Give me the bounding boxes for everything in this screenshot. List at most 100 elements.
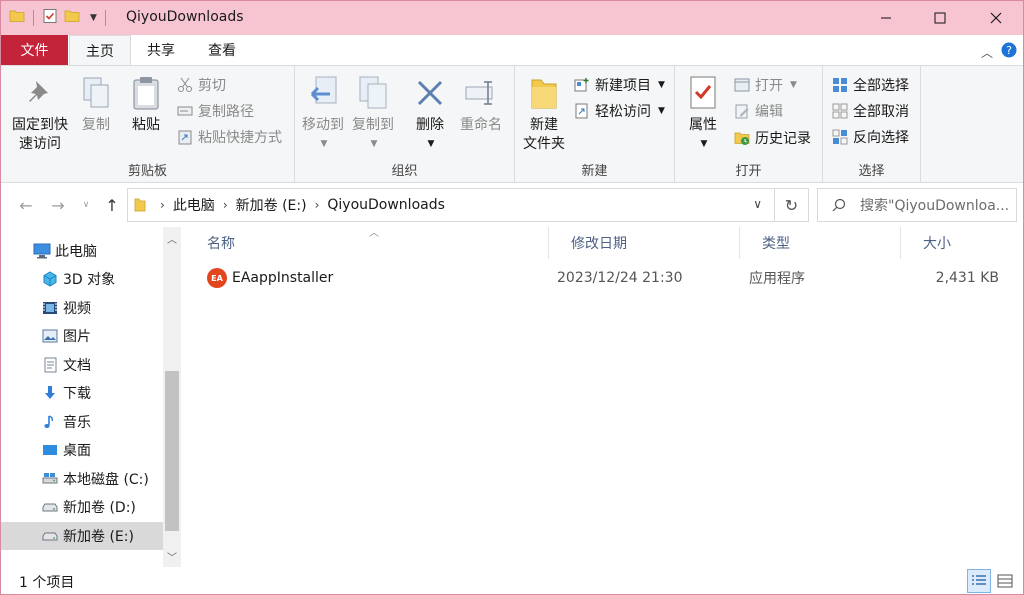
- nav-item-pictures[interactable]: 图片: [1, 322, 163, 350]
- history-icon: [733, 130, 750, 147]
- properties-dropdown-icon: ▼: [700, 139, 708, 149]
- maximize-icon: [934, 12, 946, 24]
- cut-button[interactable]: 剪切: [176, 73, 226, 97]
- history-button[interactable]: 历史记录: [733, 126, 811, 150]
- back-button[interactable]: ←: [15, 195, 37, 215]
- up-button[interactable]: ↑: [101, 195, 123, 215]
- forward-arrow-icon: →: [51, 195, 65, 215]
- tab-view[interactable]: 查看: [193, 35, 251, 65]
- edit-button[interactable]: 编辑: [733, 99, 783, 123]
- address-bar[interactable]: › 此电脑 › 新加卷 (E:) › QiyouDownloads ∨: [127, 188, 775, 222]
- open-icon: [733, 77, 750, 94]
- breadcrumb-current-folder[interactable]: QiyouDownloads: [327, 197, 445, 213]
- paste-button[interactable]: 粘贴: [127, 74, 165, 135]
- new-item-button[interactable]: 新建项目 ▼: [573, 73, 665, 97]
- rename-button[interactable]: 重命名: [457, 74, 505, 135]
- easy-access-icon: [573, 103, 590, 120]
- window-title: QiyouDownloads: [126, 9, 244, 25]
- breadcrumb-drive-e[interactable]: 新加卷 (E:): [236, 195, 307, 215]
- nav-item-desktop[interactable]: 桌面: [1, 436, 163, 464]
- nav-item-downloads[interactable]: 下载: [1, 379, 163, 407]
- invert-selection-icon: [831, 129, 848, 146]
- tab-file[interactable]: 文件: [1, 35, 68, 65]
- large-icons-view-icon: [997, 574, 1013, 588]
- address-history-chevron-icon[interactable]: ∨: [753, 197, 762, 211]
- new-folder-icon: [526, 74, 562, 112]
- delete-button[interactable]: 删除 ▼: [413, 74, 447, 154]
- easy-access-button[interactable]: 轻松访问 ▼: [573, 99, 665, 123]
- nav-item-documents[interactable]: 文档: [1, 351, 163, 379]
- new-folder-button[interactable]: 新建 文件夹: [521, 74, 567, 154]
- select-all-label: 全部选择: [853, 78, 909, 94]
- drive-icon: [41, 470, 59, 488]
- close-button[interactable]: [973, 1, 1019, 35]
- properties-quick-icon[interactable]: [42, 8, 58, 28]
- column-header-modified[interactable]: 修改日期: [549, 227, 740, 259]
- picture-icon: [41, 327, 59, 345]
- copy-to-label: 复制到: [352, 117, 394, 133]
- refresh-icon: ↻: [784, 195, 799, 215]
- nav-item-videos[interactable]: 视频: [1, 294, 163, 322]
- copy-to-dropdown-icon: ▼: [370, 139, 378, 149]
- music-icon: [41, 413, 59, 431]
- scrollbar-thumb[interactable]: [165, 371, 179, 531]
- select-none-button[interactable]: 全部取消: [831, 99, 909, 123]
- clipboard-icon: [128, 74, 164, 112]
- pin-to-quick-access-button[interactable]: 固定到快 速访问: [7, 74, 73, 154]
- copy-to-button[interactable]: 复制到 ▼: [351, 74, 395, 154]
- file-size: 2,431 KB: [935, 270, 999, 286]
- help-icon[interactable]: ?: [1001, 42, 1017, 62]
- forward-button[interactable]: →: [47, 195, 69, 215]
- nav-item-3d-objects[interactable]: 3D 对象: [1, 265, 163, 293]
- paste-shortcut-button[interactable]: 粘贴快捷方式: [176, 125, 282, 149]
- breadcrumb-separator: ›: [222, 198, 228, 212]
- scroll-up-icon[interactable]: ︿: [163, 229, 181, 247]
- ea-app-icon: EA: [207, 268, 227, 288]
- easy-access-dropdown-icon: ▼: [658, 106, 665, 116]
- column-header-type[interactable]: 类型: [740, 227, 901, 259]
- details-view-button[interactable]: [967, 569, 991, 593]
- customize-quick-access-icon[interactable]: ▼: [90, 13, 97, 23]
- table-row[interactable]: EA EAappInstaller 2023/12/24 21:30 应用程序 …: [185, 265, 1015, 291]
- nav-item-drive-c[interactable]: 本地磁盘 (C:): [1, 465, 163, 493]
- move-to-button[interactable]: 移动到 ▼: [301, 74, 345, 154]
- group-label-organize: 组织: [391, 164, 418, 179]
- nav-item-music[interactable]: 音乐: [1, 408, 163, 436]
- minimize-button[interactable]: [863, 1, 909, 35]
- video-icon: [41, 299, 59, 317]
- file-modified: 2023/12/24 21:30: [557, 270, 683, 286]
- nav-item-drive-e[interactable]: 新加卷 (E:): [1, 522, 163, 550]
- collapse-ribbon-icon[interactable]: ︿: [981, 44, 993, 61]
- refresh-button[interactable]: ↻: [775, 188, 809, 222]
- copy-path-button[interactable]: 复制路径: [176, 99, 254, 123]
- maximize-button[interactable]: [917, 1, 963, 35]
- recent-locations-button[interactable]: ∨: [75, 195, 97, 215]
- group-label-new: 新建: [581, 164, 608, 179]
- tab-share[interactable]: 共享: [132, 35, 190, 65]
- properties-button[interactable]: 属性 ▼: [683, 74, 723, 154]
- search-input[interactable]: 搜索"QiyouDownloa...: [817, 188, 1017, 222]
- group-label-clipboard: 剪贴板: [127, 164, 167, 179]
- nav-item-drive-d[interactable]: 新加卷 (D:): [1, 493, 163, 521]
- pin-label-1: 固定到快: [12, 117, 68, 133]
- invert-selection-button[interactable]: 反向选择: [831, 125, 909, 149]
- tab-home[interactable]: 主页: [69, 35, 131, 65]
- file-name: EAappInstaller: [232, 270, 334, 286]
- column-header-size[interactable]: 大小: [901, 227, 1009, 259]
- close-icon: [990, 12, 1002, 24]
- select-all-button[interactable]: 全部选择: [831, 73, 909, 97]
- scroll-down-icon[interactable]: ﹀: [163, 547, 181, 565]
- column-header-name[interactable]: 名称: [185, 227, 549, 259]
- breadcrumb-this-pc[interactable]: 此电脑: [173, 195, 215, 215]
- new-folder-quick-icon[interactable]: [64, 8, 80, 28]
- open-button[interactable]: 打开 ▼: [733, 73, 797, 97]
- up-arrow-icon: ↑: [105, 195, 119, 215]
- nav-scrollbar[interactable]: ︿ ﹀: [163, 227, 181, 567]
- group-clipboard: 固定到快 速访问 复制 粘贴 剪切 复制路径 粘贴快捷方式 剪贴板: [1, 66, 295, 183]
- move-to-label: 移动到: [302, 117, 344, 133]
- copy-icon: [78, 74, 114, 112]
- copy-label: 复制: [82, 117, 110, 133]
- copy-button[interactable]: 复制: [79, 74, 113, 135]
- nav-item-this-pc[interactable]: 此电脑: [1, 237, 163, 265]
- large-icons-view-button[interactable]: [993, 569, 1017, 593]
